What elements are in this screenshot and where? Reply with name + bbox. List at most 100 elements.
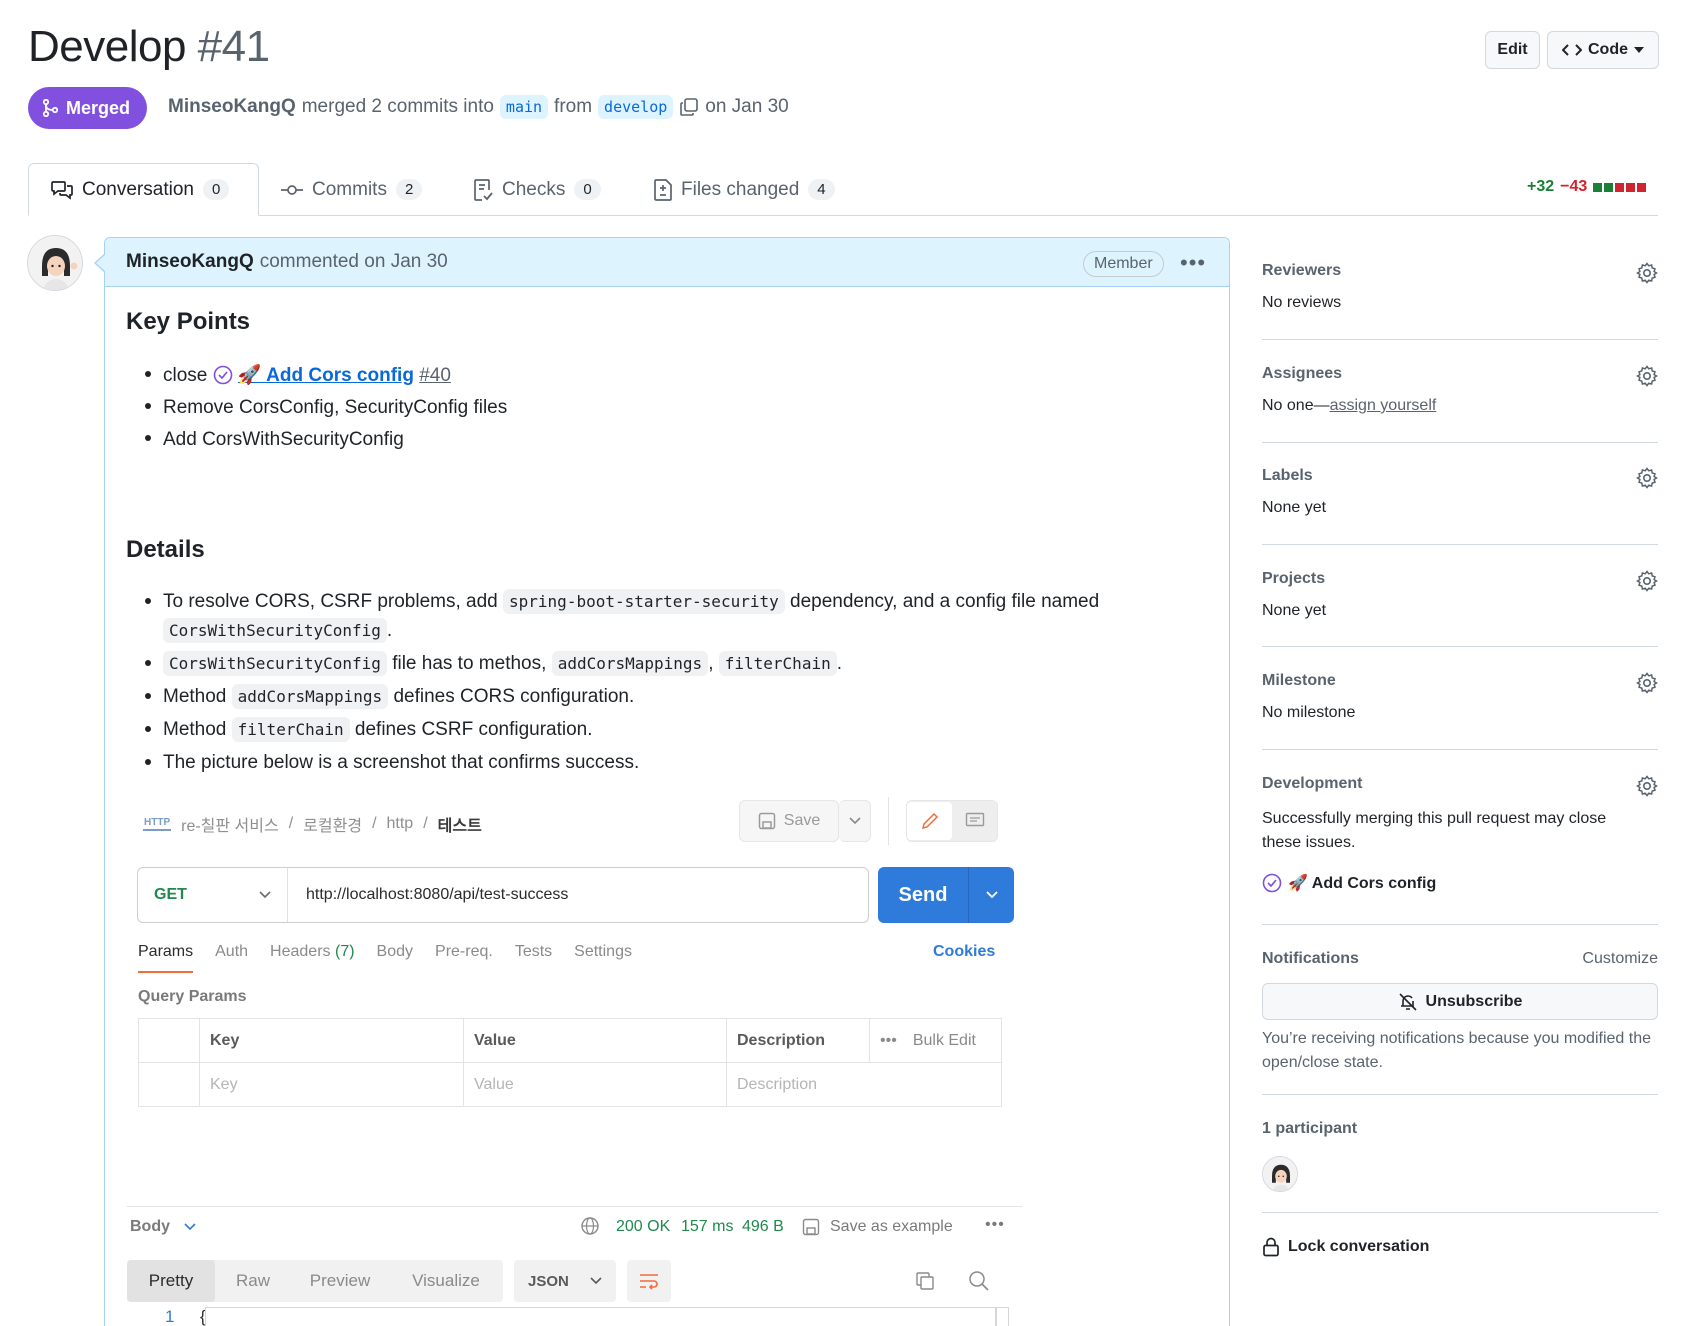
pm-tab-params: Params xyxy=(138,943,194,973)
sidebar-title[interactable]: Labels xyxy=(1262,467,1658,485)
table-row: Key Value Description xyxy=(139,1063,1001,1107)
sidebar-value: None yet xyxy=(1262,602,1327,619)
list-item-text: defines CORS configuration. xyxy=(393,686,635,707)
comment-options-icon[interactable]: ••• xyxy=(1180,250,1206,276)
pm-response-editor: 1 { xyxy=(127,1307,1009,1326)
sidebar-title[interactable]: Milestone xyxy=(1262,672,1658,690)
list-item-text: Method xyxy=(163,686,227,707)
inline-code: CorsWithSecurityConfig xyxy=(163,651,387,676)
list-item-text: . xyxy=(836,653,842,674)
pm-tab-headers: Headers (7) xyxy=(270,943,355,961)
sidebar-title[interactable]: Projects xyxy=(1262,570,1658,588)
gear-icon[interactable] xyxy=(1636,672,1658,694)
sidebar-milestone: Milestone No milestone xyxy=(1262,672,1658,722)
from-text: from xyxy=(554,96,593,117)
head-branch[interactable]: develop xyxy=(598,95,674,119)
issue-closed-icon xyxy=(1262,873,1282,893)
code-button[interactable]: Code xyxy=(1547,31,1659,69)
code-icon xyxy=(1562,44,1582,56)
issue-closed-icon xyxy=(213,365,232,385)
pm-view-tabs: Pretty Raw Preview Visualize xyxy=(127,1260,503,1302)
close-text: close xyxy=(163,365,208,386)
comment-icon xyxy=(952,812,997,830)
tab-label: Files changed xyxy=(681,178,800,200)
pm-tab-headers-label: Headers xyxy=(270,943,331,960)
sidebar-title[interactable]: Assignees xyxy=(1262,365,1658,383)
lock-conversation-link[interactable]: Lock conversation xyxy=(1262,1237,1429,1257)
gear-icon[interactable] xyxy=(1636,570,1658,592)
diff-additions: +32 xyxy=(1527,178,1555,195)
pm-divider xyxy=(888,797,889,845)
line-number: 1 xyxy=(165,1307,175,1326)
pr-title: Develop xyxy=(28,22,186,71)
edit-button-label: Edit xyxy=(1497,41,1528,58)
sidebar-development: Development Successfully merging this pu… xyxy=(1262,775,1658,893)
tab-commits[interactable]: Commits 2 xyxy=(259,163,444,216)
pm-tab-tests: Tests xyxy=(514,943,553,960)
assign-yourself-link[interactable]: assign yourself xyxy=(1330,397,1437,414)
issue-link[interactable]: 🚀 Add Cors config xyxy=(238,365,414,386)
inline-code: addCorsMappings xyxy=(231,684,389,709)
pm-cookies-link: Cookies xyxy=(933,943,996,960)
issue-number-link[interactable]: #40 xyxy=(419,365,451,386)
search-icon xyxy=(968,1270,990,1297)
breadcrumb-item: http xyxy=(386,815,414,832)
merged-label: Merged xyxy=(66,97,131,118)
tab-files-changed[interactable]: Files changed 4 xyxy=(632,163,857,216)
merge-date: on Jan 30 xyxy=(705,96,789,117)
pencil-icon xyxy=(907,802,952,840)
comment-author[interactable]: MinseoKangQ xyxy=(126,251,254,273)
pm-format-select: JSON xyxy=(514,1260,616,1302)
linked-issue[interactable]: 🚀 Add Cors config xyxy=(1262,873,1658,893)
list-item: Method addCorsMappings defines CORS conf… xyxy=(126,682,1126,711)
sidebar-title[interactable]: Development xyxy=(1262,775,1658,793)
save-icon xyxy=(758,812,776,830)
sidebar-title[interactable]: Reviewers xyxy=(1262,262,1658,280)
list-item: Remove CorsConfig, SecurityConfig files xyxy=(126,392,507,424)
gear-icon[interactable] xyxy=(1636,775,1658,797)
avatar[interactable] xyxy=(27,235,83,291)
comment-header: MinseoKangQ commented on Jan 30 xyxy=(105,238,1229,287)
pm-view-raw: Raw xyxy=(235,1271,270,1290)
breadcrumb-item: re-칠판 서비스 xyxy=(181,818,279,835)
gear-icon[interactable] xyxy=(1636,262,1658,284)
tab-counter: 0 xyxy=(202,179,230,200)
pm-tab-auth: Auth xyxy=(215,943,249,960)
pm-method-label: GET xyxy=(154,886,187,903)
pm-body-label: Body xyxy=(130,1218,170,1235)
sidebar-divider xyxy=(1262,924,1658,925)
list-item-text: defines CSRF configuration. xyxy=(354,719,593,740)
diffstat-blocks xyxy=(1593,182,1647,192)
scrollbar xyxy=(995,1307,1009,1326)
pm-size: 496 B xyxy=(742,1218,784,1235)
list-item-text: Method xyxy=(163,719,227,740)
linked-issue-title[interactable]: 🚀 Add Cors config xyxy=(1288,873,1436,893)
sidebar-divider xyxy=(1262,339,1658,340)
base-branch[interactable]: main xyxy=(499,95,549,119)
page-title: Develop #41 xyxy=(28,22,270,72)
author-link[interactable]: MinseoKangQ xyxy=(168,96,296,118)
role-badge: Member xyxy=(1083,251,1164,277)
unsubscribe-button[interactable]: Unsubscribe xyxy=(1262,983,1658,1020)
tab-checks[interactable]: Checks 0 xyxy=(451,163,623,216)
inline-code: spring-boot-starter-security xyxy=(503,589,785,614)
gear-icon[interactable] xyxy=(1636,365,1658,387)
save-icon xyxy=(802,1218,820,1236)
edit-button[interactable]: Edit xyxy=(1485,31,1540,69)
pm-response-divider xyxy=(127,1206,1022,1207)
copy-icon[interactable] xyxy=(679,97,699,117)
copy-icon xyxy=(915,1271,935,1296)
sidebar-value: Successfully merging this pull request m… xyxy=(1262,810,1607,851)
participant-avatar[interactable] xyxy=(1262,1156,1298,1192)
tab-conversation[interactable]: Conversation 0 xyxy=(28,163,259,216)
globe-icon xyxy=(580,1216,600,1241)
comment-timestamp[interactable]: commented on Jan 30 xyxy=(260,251,448,273)
sidebar-divider xyxy=(1262,1212,1658,1213)
sidebar-divider xyxy=(1262,1094,1658,1095)
sidebar-reviewers: Reviewers No reviews xyxy=(1262,262,1658,312)
gear-icon[interactable] xyxy=(1636,467,1658,489)
customize-link[interactable]: Customize xyxy=(1582,950,1658,968)
chevron-down-icon xyxy=(968,867,1014,923)
pm-status: 200 OK xyxy=(616,1218,671,1235)
breadcrumb-separator: / xyxy=(423,815,428,832)
